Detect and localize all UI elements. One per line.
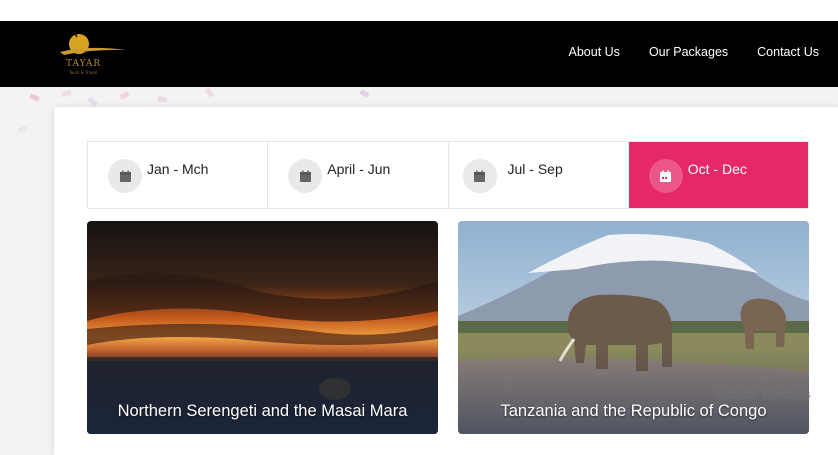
nav-our-packages[interactable]: Our Packages — [649, 45, 728, 59]
windows-watermark: Activate Windows — [716, 387, 811, 401]
confetti-piece — [157, 96, 168, 103]
season-tabs: Jan - Mch April - Jun Jul - Sep Oct - De… — [87, 141, 809, 209]
nav-contact-us[interactable]: Contact Us — [757, 45, 819, 59]
tab-label: Oct - Dec — [687, 161, 747, 177]
destination-card-serengeti[interactable]: Northern Serengeti and the Masai Mara — [87, 221, 438, 434]
navbar: TAYAR Tours & Travel About Us Our Packag… — [0, 21, 838, 87]
confetti-piece — [17, 125, 28, 134]
top-strip — [0, 0, 838, 21]
tab-april-jun[interactable]: April - Jun — [268, 142, 449, 208]
destination-card-tanzania[interactable]: Tanzania and the Republic of Congo — [458, 221, 809, 434]
tab-label: April - Jun — [327, 161, 391, 177]
logo[interactable]: TAYAR Tours & Travel — [56, 28, 128, 80]
logo-tagline: Tours & Travel — [69, 70, 98, 75]
confetti-piece — [61, 89, 72, 98]
logo-brand: TAYAR — [66, 59, 102, 69]
confetti-piece — [119, 91, 130, 100]
destination-title: Northern Serengeti and the Masai Mara — [117, 402, 408, 420]
calendar-icon — [462, 159, 497, 193]
tab-label: Jan - Mch — [147, 161, 209, 177]
tab-jan-mch[interactable]: Jan - Mch — [88, 142, 269, 208]
tab-label: Jul - Sep — [507, 161, 563, 177]
calendar-icon — [648, 159, 683, 193]
confetti-piece — [87, 96, 98, 107]
tab-jul-sep[interactable]: Jul - Sep — [449, 142, 629, 208]
calendar-icon — [108, 159, 142, 193]
destination-title: Tanzania and the Republic of Congo — [500, 402, 767, 420]
confetti-piece — [359, 89, 370, 98]
nav-about-us[interactable]: About Us — [569, 45, 620, 59]
calendar-icon — [288, 159, 323, 193]
confetti-piece — [29, 93, 40, 102]
tab-oct-dec[interactable]: Oct - Dec — [628, 142, 808, 208]
confetti-piece — [204, 87, 215, 98]
main-nav: About Us Our Packages Contact Us — [569, 45, 819, 59]
